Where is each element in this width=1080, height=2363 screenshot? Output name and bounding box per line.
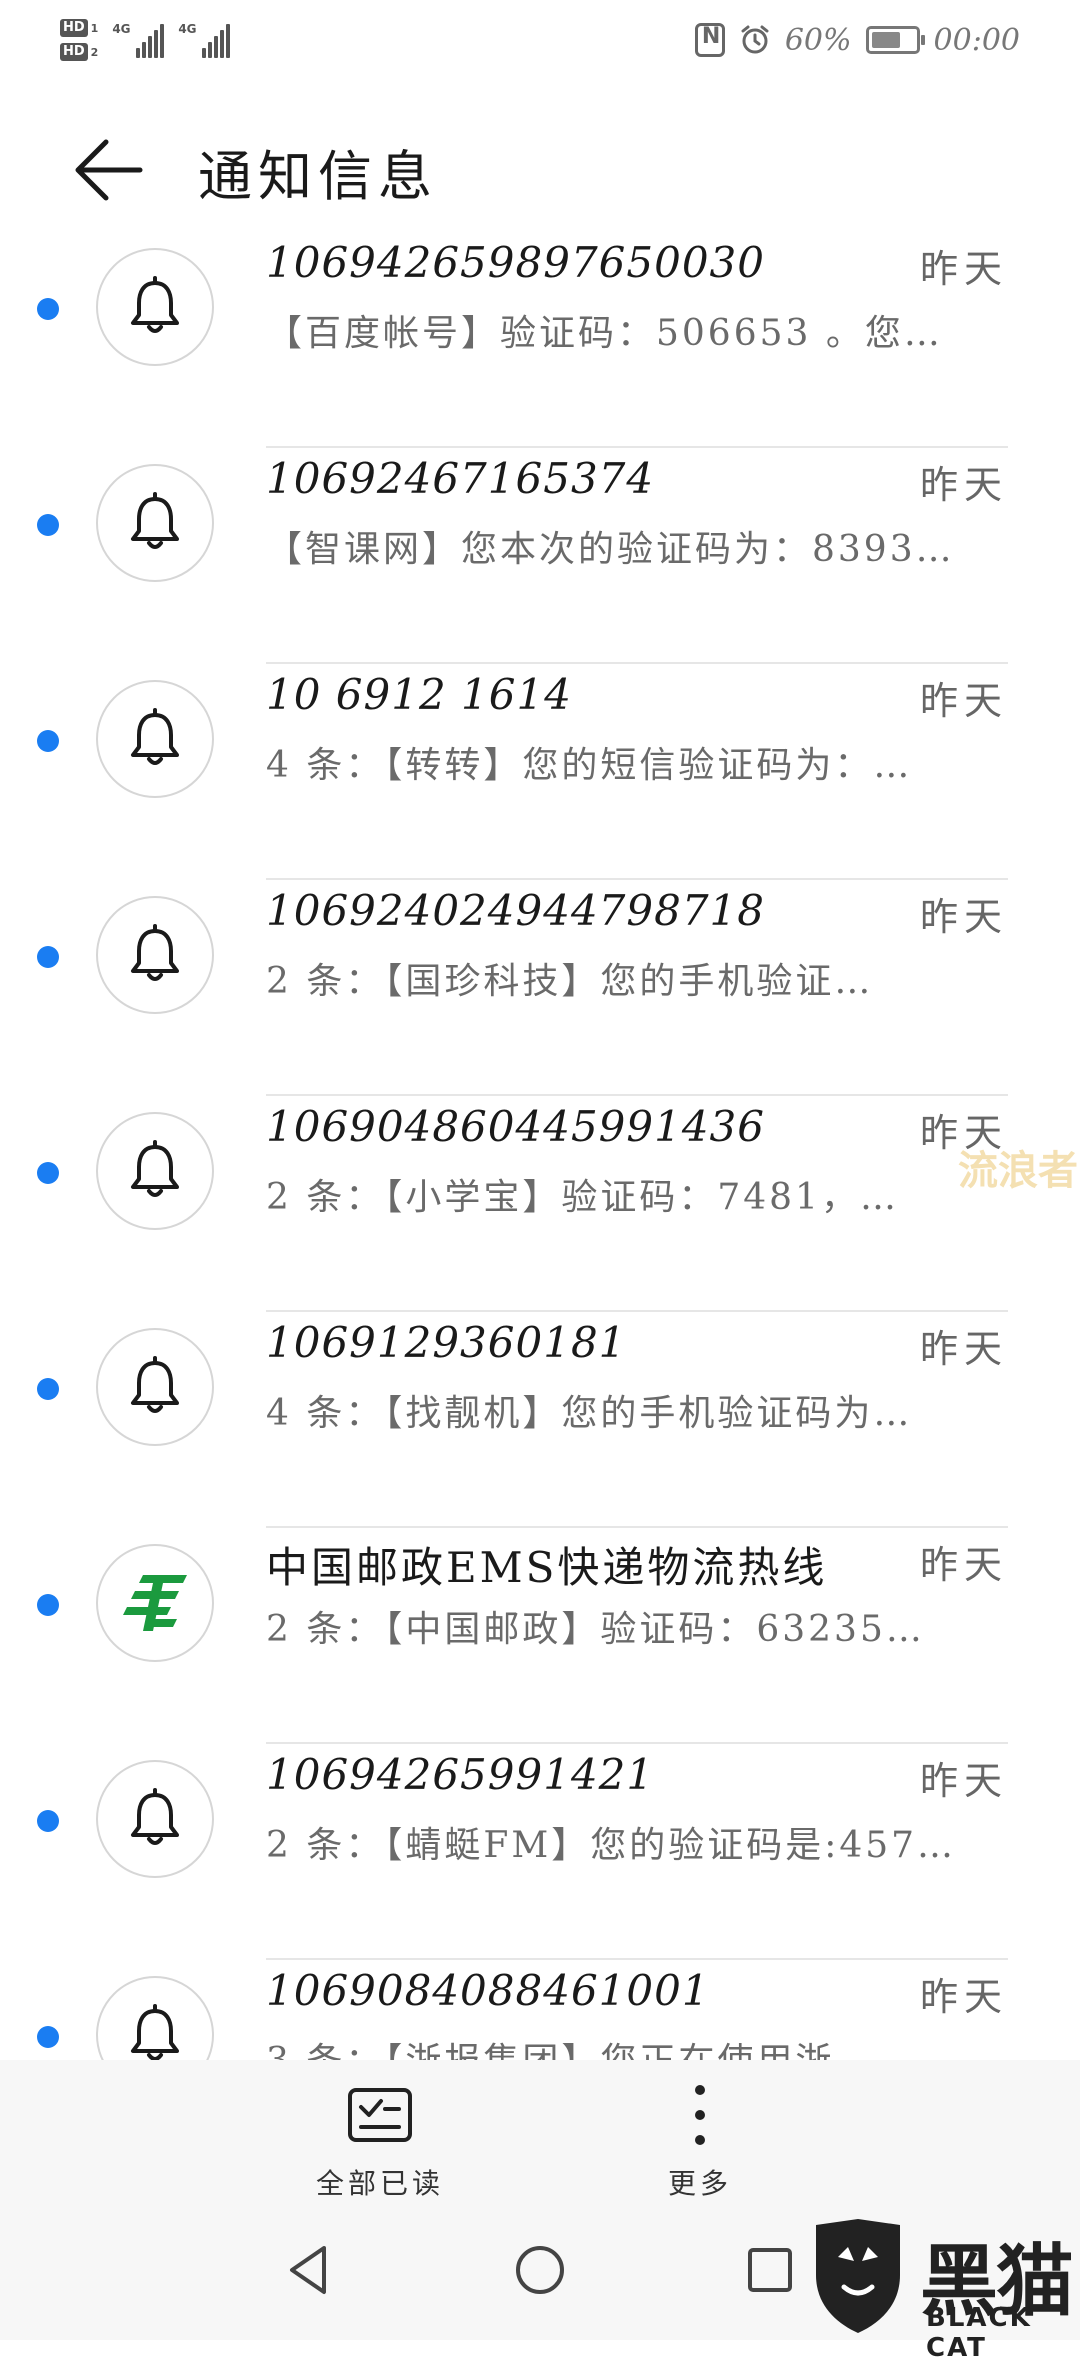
header: 通知信息 [0,110,1080,230]
message-time: 昨天 [919,1543,1008,1587]
black-cat-logo-icon [816,2219,900,2333]
message-time: 昨天 [919,463,1008,507]
message-item[interactable]: 1069129360181 昨天 4 条：【找靓机】您的手机验证码为… [0,1312,1080,1528]
china-post-logo-icon [123,1575,187,1631]
watermark: 流浪者 [958,1148,1078,1194]
sender-name: 中国邮政EMS快递物流热线 [266,1543,828,1592]
message-time: 昨天 [919,1975,1008,2019]
message-item[interactable]: 10 6912 1614 昨天 4 条：【转转】您的短信验证码为：… [0,664,1080,880]
message-item[interactable]: 10694265991421 昨天 2 条：【蜻蜓FM】您的验证码是:457… [0,1744,1080,1960]
sender-avatar [96,1328,214,1446]
sim2-indicator: HD 2 [60,43,98,61]
bell-icon [131,708,179,765]
sender-name: 10692467165374 [266,454,655,503]
more-button[interactable]: 更多 [600,2080,800,2202]
message-item[interactable]: 106942659897650030 昨天 【百度帐号】验证码：506653 。… [0,232,1080,448]
message-item[interactable]: 106904860445991436 昨天 2 条：【小学宝】验证码：7481，… [0,1096,1080,1312]
sender-avatar [96,896,214,1014]
message-preview: 2 条：【中国邮政】验证码：63235… [266,1609,925,1650]
brand-subtitle: BLACK CAT [926,2303,1032,2363]
message-preview: 4 条：【转转】您的短信验证码为：… [266,745,913,786]
sender-name: 106924024944798718 [266,886,765,935]
message-preview: 2 条：【小学宝】验证码：7481，… [266,1177,899,1218]
more-label: 更多 [667,2167,732,2200]
nav-home-icon[interactable] [510,2240,570,2300]
unread-dot [37,1594,59,1616]
back-arrow-icon[interactable] [70,130,150,210]
battery-icon [865,26,925,54]
hd-badge: HD [60,19,88,37]
unread-dot [37,2026,59,2048]
sender-name: 1069084088461001 [266,1966,710,2015]
bell-icon [131,1356,179,1413]
more-vertical-icon [695,2085,705,2145]
nfc-icon [694,23,725,57]
network-type: 4G [112,22,131,36]
message-list: 106942659897650030 昨天 【百度帐号】验证码：506653 。… [0,232,1080,2176]
message-time: 昨天 [919,247,1008,291]
page-title: 通知信息 [198,145,438,208]
message-preview: 2 条：【国珍科技】您的手机验证… [266,961,874,1002]
unread-dot [37,1810,59,1832]
alarm-clock-icon [741,25,769,54]
message-preview: 2 条：【蜻蜓FM】您的验证码是:457… [266,1825,957,1866]
mark-all-read-button[interactable]: 全部已读 [280,2080,480,2202]
sender-name: 10694265991421 [266,1750,655,1799]
message-time: 昨天 [919,895,1008,939]
sender-avatar [96,1544,214,1662]
black-cat-watermark: 黑猫 BLACK CAT [808,2215,1080,2363]
sim-indicators: HD 1 HD 2 [60,19,98,61]
message-time: 昨天 [919,1327,1008,1371]
bell-icon [131,1788,179,1845]
sender-avatar [96,464,214,582]
unread-dot [37,514,59,536]
status-right: 60% 00:00 [694,18,1020,62]
nav-back-icon[interactable] [278,2240,338,2300]
message-time: 昨天 [919,679,1008,723]
bell-icon [131,492,179,549]
sender-avatar [96,248,214,366]
sim1-indicator: HD 1 [60,19,98,37]
nav-recents-icon[interactable] [740,2240,800,2300]
message-preview: 4 条：【找靓机】您的手机验证码为… [266,1393,913,1434]
status-left: HD 1 HD 2 4G 4G [60,10,231,70]
unread-dot [37,1378,59,1400]
network-type: 4G [178,22,197,36]
message-preview: 【智课网】您本次的验证码为：8393… [266,529,955,570]
battery-percent: 60% [784,22,852,58]
mark-all-read-label: 全部已读 [315,2167,444,2200]
mark-read-icon [348,2088,412,2142]
clock-time: 00:00 [933,22,1020,58]
sim-number: 1 [90,21,99,35]
signal-strength-icon: 4G [178,22,231,58]
unread-dot [37,730,59,752]
sender-avatar [96,680,214,798]
message-item[interactable]: 10692467165374 昨天 【智课网】您本次的验证码为：8393… [0,448,1080,664]
message-preview: 【百度帐号】验证码：506653 。您… [266,313,943,354]
bell-icon [131,1140,179,1197]
sender-name: 1069129360181 [266,1318,627,1367]
sim-number: 2 [90,45,99,59]
bell-icon [131,924,179,981]
unread-dot [37,1162,59,1184]
sender-name: 106942659897650030 [266,238,765,287]
message-time: 昨天 [919,1759,1008,1803]
sender-name: 10 6912 1614 [266,670,572,719]
bell-icon [131,276,179,333]
sender-name: 106904860445991436 [266,1102,765,1151]
status-bar: HD 1 HD 2 4G 4G 60% 00:00 [0,0,1080,80]
sender-avatar [96,1760,214,1878]
bell-icon [131,2004,179,2061]
sender-avatar [96,1112,214,1230]
message-item[interactable]: 106924024944798718 昨天 2 条：【国珍科技】您的手机验证… [0,880,1080,1096]
unread-dot [37,298,59,320]
unread-dot [37,946,59,968]
signal-strength-icon: 4G [112,22,165,58]
bottom-toolbar: 全部已读 更多 [0,2060,1080,2200]
message-item[interactable]: 中国邮政EMS快递物流热线 昨天 2 条：【中国邮政】验证码：63235… [0,1528,1080,1744]
hd-badge: HD [60,43,88,61]
